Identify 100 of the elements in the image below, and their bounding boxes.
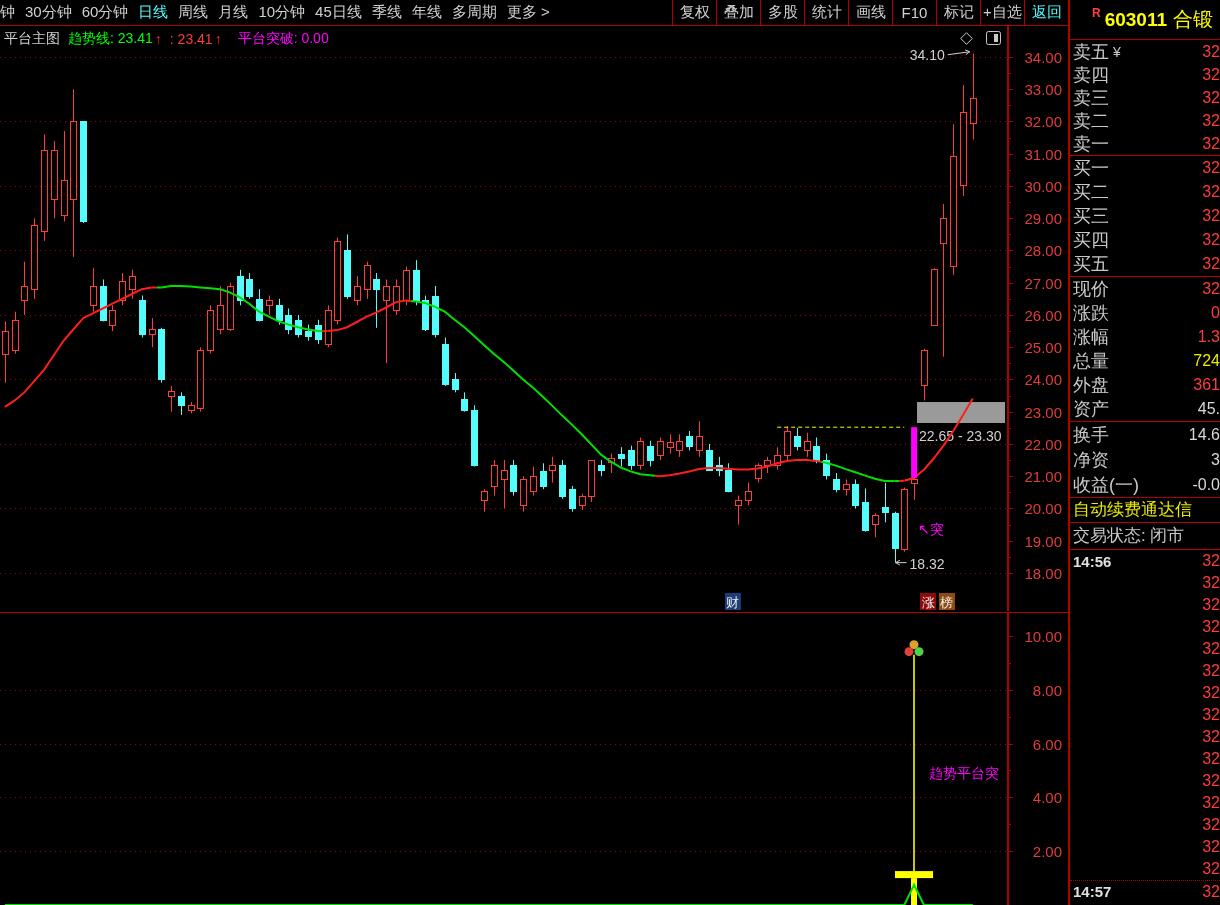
- candlestick: [706, 443, 713, 471]
- diamond-icon[interactable]: [960, 32, 973, 45]
- candlestick: [852, 478, 859, 509]
- up-arrow-icon: ↑: [214, 31, 222, 47]
- period-tab[interactable]: 周线: [173, 0, 214, 25]
- axis-label: 8.00: [1032, 681, 1062, 699]
- axis-label: 2.00: [1032, 842, 1062, 860]
- quote-value: 32: [1202, 280, 1220, 298]
- ball-cluster-icon: [904, 640, 924, 657]
- candlestick: [549, 456, 556, 484]
- tick-price: 32: [1202, 706, 1220, 724]
- quote-value: 14.6: [1188, 425, 1220, 444]
- period-tab[interactable]: 45日线: [310, 0, 367, 25]
- candlestick: [129, 269, 136, 300]
- quote-label: 卖四: [1073, 63, 1109, 87]
- candlestick: [813, 437, 820, 464]
- candlestick: [598, 459, 605, 477]
- tick-time: 14:56: [1073, 552, 1112, 570]
- axis-label: 20.00: [1024, 499, 1062, 517]
- period-tab[interactable]: 60分钟: [76, 0, 134, 25]
- candlestick: [461, 391, 468, 413]
- quote-value: 724: [1193, 352, 1220, 370]
- candlestick: [686, 430, 693, 451]
- stock-name: 合锻: [1173, 7, 1214, 32]
- axis-label: 22.00: [1024, 435, 1062, 453]
- notice-link[interactable]: 自动续费通达信: [1070, 498, 1220, 523]
- toolbar-button[interactable]: +自选: [980, 0, 1024, 25]
- period-tab[interactable]: 年线: [406, 0, 447, 25]
- candlestick: [344, 233, 351, 300]
- period-tab[interactable]: 季线: [366, 0, 407, 25]
- candlestick: [432, 285, 439, 339]
- period-tab[interactable]: 钟: [0, 0, 20, 25]
- candlestick: [823, 453, 830, 480]
- period-tab[interactable]: 10分钟: [253, 0, 311, 25]
- period-tab[interactable]: 日线: [133, 0, 174, 25]
- candlestick: [931, 267, 938, 326]
- candlestick: [393, 279, 400, 316]
- candlestick: [256, 288, 263, 322]
- axis-label: 4.00: [1032, 788, 1062, 806]
- period-tab[interactable]: 月线: [213, 0, 254, 25]
- legend-value: : 23.41: [169, 31, 213, 47]
- arrow-icon: [947, 49, 971, 56]
- quote-label: 卖二: [1073, 109, 1109, 133]
- tick-price: 32: [1202, 684, 1220, 702]
- quote-value: 361: [1193, 376, 1220, 394]
- candlestick: [100, 279, 107, 322]
- tick-time: 14:57: [1073, 883, 1112, 900]
- candlestick: [276, 298, 283, 326]
- candlestick: [2, 320, 9, 384]
- candlestick: [901, 487, 908, 553]
- axis-label: 26.00: [1024, 306, 1062, 324]
- candlestick: [667, 433, 674, 455]
- quote-value: 32: [1202, 88, 1220, 107]
- candlestick: [305, 324, 312, 342]
- quote-value: -0.0: [1192, 475, 1220, 494]
- axis-label: 27.00: [1024, 274, 1062, 292]
- candlestick: [119, 272, 126, 306]
- panel-icon[interactable]: [986, 31, 1001, 45]
- candlestick: [608, 453, 615, 474]
- quote-label: 卖一: [1073, 132, 1109, 156]
- axis-label: 32.00: [1024, 112, 1062, 130]
- candlestick: [716, 456, 723, 477]
- quote-value: 45.: [1197, 400, 1220, 418]
- candlestick: [295, 314, 302, 339]
- candlestick: [168, 385, 175, 413]
- tick-price: 32: [1202, 662, 1220, 680]
- tick-price: 32: [1202, 728, 1220, 746]
- candlestick: [481, 488, 488, 513]
- breakout-bar: [911, 427, 918, 478]
- breakout-marker: ↖突: [918, 520, 944, 537]
- candlestick: [569, 485, 576, 513]
- candlestick: [872, 512, 879, 538]
- candlestick: [109, 304, 116, 332]
- tick-price: 32: [1202, 596, 1220, 614]
- candlestick: [491, 459, 498, 497]
- tick-price: 32: [1202, 640, 1220, 658]
- candlestick: [373, 272, 380, 329]
- period-tab[interactable]: 30分钟: [20, 0, 77, 25]
- candlestick: [755, 462, 762, 484]
- indicator-title: 平台主图: [4, 30, 60, 48]
- quote-label: 买五: [1073, 253, 1109, 276]
- tick-price: 32: [1202, 772, 1220, 790]
- candlestick: [784, 425, 791, 461]
- candlestick: [588, 459, 595, 503]
- candlestick: [217, 285, 224, 335]
- news-marker[interactable]: 涨: [920, 593, 936, 610]
- legend-value: 趋势线: 23.41: [68, 30, 153, 48]
- period-tab[interactable]: 多周期: [446, 0, 502, 25]
- low-price-label: 18.32: [909, 555, 945, 572]
- quote-label: 买四: [1073, 229, 1109, 252]
- news-marker[interactable]: 榜: [938, 593, 955, 610]
- period-tab[interactable]: 更多 >: [501, 0, 555, 25]
- candlestick: [188, 401, 195, 414]
- news-marker[interactable]: 财: [724, 593, 741, 610]
- candlestick: [540, 462, 547, 490]
- margin-label: R: [1092, 6, 1101, 20]
- candlestick: [471, 404, 478, 467]
- arrow-icon: [895, 559, 908, 566]
- candlestick: [657, 437, 664, 461]
- quote-label: 买二: [1073, 181, 1109, 204]
